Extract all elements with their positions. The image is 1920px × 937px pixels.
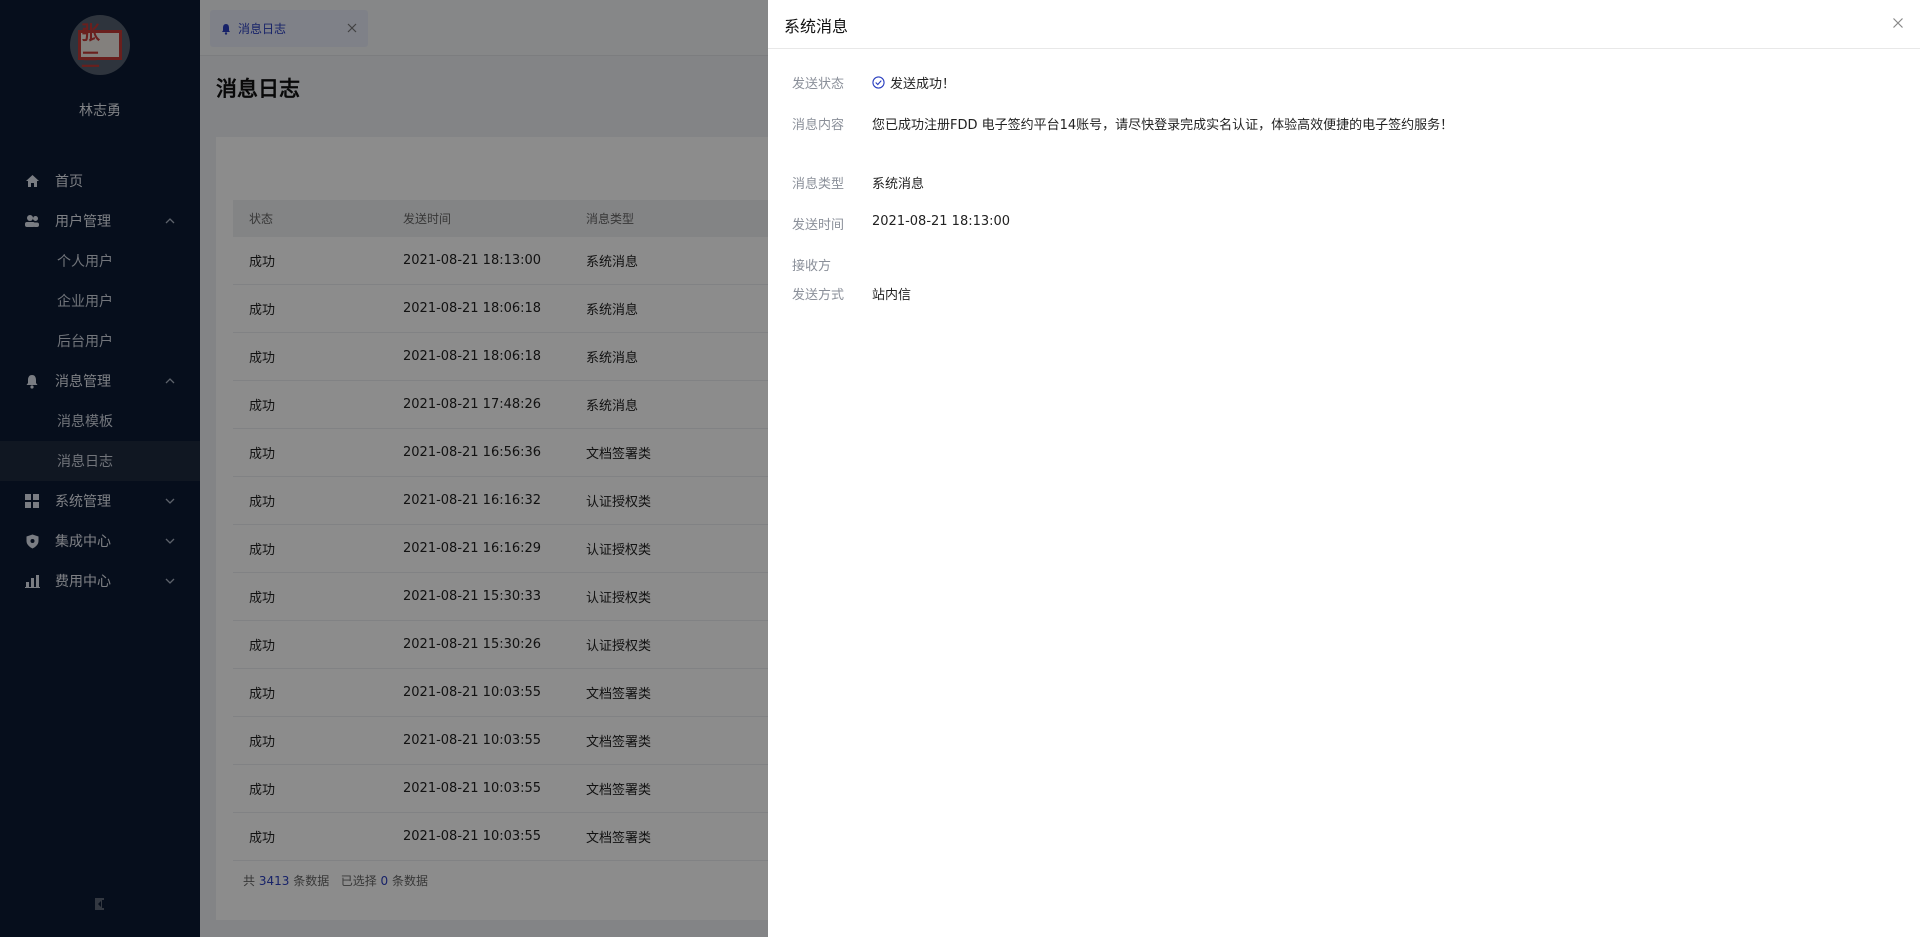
field-label: 接收方 — [792, 259, 832, 274]
field-value: 发送成功！ — [872, 73, 955, 92]
field-value: 您已成功注册FDD 电子签约平台14账号，请尽快登录完成实名认证，体验高效便捷的… — [872, 118, 1454, 133]
field-receiver: 接收方 — [792, 255, 872, 274]
field-value: 系统消息 — [872, 177, 925, 192]
check-circle-icon — [872, 76, 885, 89]
field-label: 发送方式 — [792, 288, 845, 303]
field-label: 消息内容 — [792, 118, 845, 133]
field-send-method: 发送方式 站内信 — [792, 284, 911, 303]
close-icon[interactable] — [1892, 17, 1904, 29]
message-detail-drawer: 系统消息 发送状态 发送成功！ 消息内容 您已成功注册FDD 电子签约平台14账… — [768, 0, 1920, 937]
field-value: 站内信 — [872, 288, 912, 303]
drawer-header: 系统消息 — [768, 0, 1920, 49]
field-value: 2021-08-21 18:13:00 — [872, 214, 1011, 229]
field-message-content: 消息内容 您已成功注册FDD 电子签约平台14账号，请尽快登录完成实名认证，体验… — [792, 114, 1453, 133]
field-label: 发送状态 — [792, 77, 845, 92]
drawer-title: 系统消息 — [784, 17, 849, 36]
field-label: 发送时间 — [792, 218, 845, 233]
field-send-status: 发送状态 发送成功！ — [792, 73, 955, 92]
field-label: 消息类型 — [792, 177, 845, 192]
status-text: 发送成功！ — [890, 77, 956, 92]
field-message-type: 消息类型 系统消息 — [792, 173, 924, 192]
field-send-time: 发送时间 2021-08-21 18:13:00 — [792, 214, 1010, 233]
